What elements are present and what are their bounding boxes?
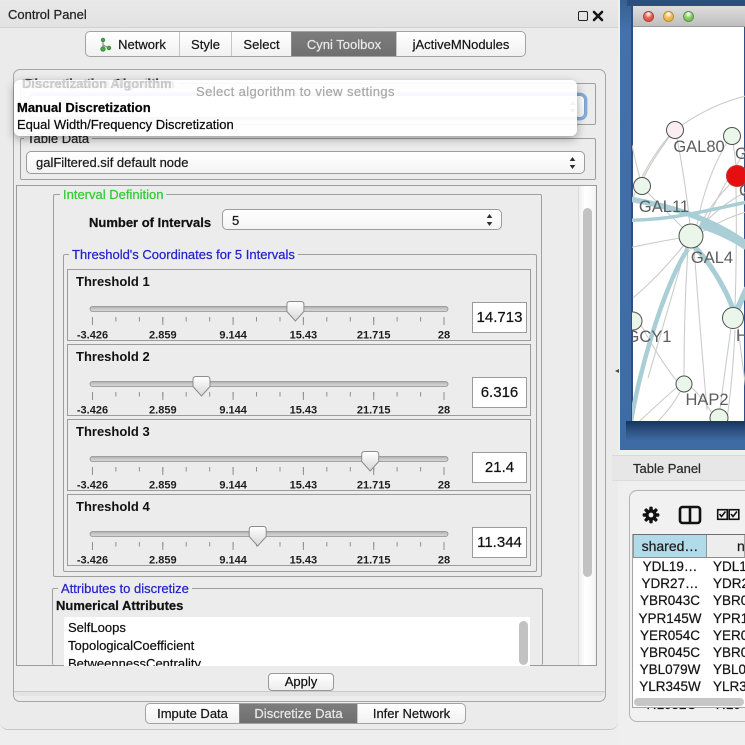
svg-text:9.144: 9.144 xyxy=(219,555,247,567)
svg-text:9.144: 9.144 xyxy=(219,330,247,342)
svg-text:9.144: 9.144 xyxy=(219,405,247,417)
svg-text:-3.426: -3.426 xyxy=(77,330,108,342)
svg-text:-3.426: -3.426 xyxy=(77,480,108,492)
svg-text:Threshold 2: Threshold 2 xyxy=(76,349,150,364)
svg-text:2.859: 2.859 xyxy=(149,480,177,492)
svg-text:21.715: 21.715 xyxy=(357,405,391,417)
svg-text:28: 28 xyxy=(438,555,450,567)
svg-text:Threshold 4: Threshold 4 xyxy=(76,499,150,514)
svg-text:-3.426: -3.426 xyxy=(77,555,108,567)
svg-text:21.715: 21.715 xyxy=(357,330,391,342)
svg-text:-3.426: -3.426 xyxy=(77,405,108,417)
svg-text:GAL11: GAL11 xyxy=(639,198,689,216)
svg-text:9.144: 9.144 xyxy=(219,480,247,492)
svg-text:28: 28 xyxy=(438,330,450,342)
svg-text:15.43: 15.43 xyxy=(290,480,318,492)
svg-text:Threshold 3: Threshold 3 xyxy=(76,424,150,439)
svg-text:HAP2: HAP2 xyxy=(685,391,728,409)
svg-text:15.43: 15.43 xyxy=(290,330,318,342)
svg-text:28: 28 xyxy=(438,405,450,417)
svg-text:21.715: 21.715 xyxy=(357,480,391,492)
svg-text:28: 28 xyxy=(438,480,450,492)
svg-text:15.43: 15.43 xyxy=(290,555,318,567)
svg-text:2.859: 2.859 xyxy=(149,330,177,342)
svg-text:GAL80: GAL80 xyxy=(673,138,724,156)
svg-text:2.859: 2.859 xyxy=(149,405,177,417)
svg-text:C: C xyxy=(739,182,745,200)
svg-text:15.43: 15.43 xyxy=(290,405,318,417)
svg-text:G: G xyxy=(735,145,745,163)
svg-text:GCY1: GCY1 xyxy=(632,328,671,346)
svg-text:2.859: 2.859 xyxy=(149,555,177,567)
svg-text:Threshold 1: Threshold 1 xyxy=(76,274,150,289)
svg-text:H: H xyxy=(736,327,745,345)
svg-text:GAL4: GAL4 xyxy=(691,249,733,267)
svg-text:21.715: 21.715 xyxy=(357,555,391,567)
